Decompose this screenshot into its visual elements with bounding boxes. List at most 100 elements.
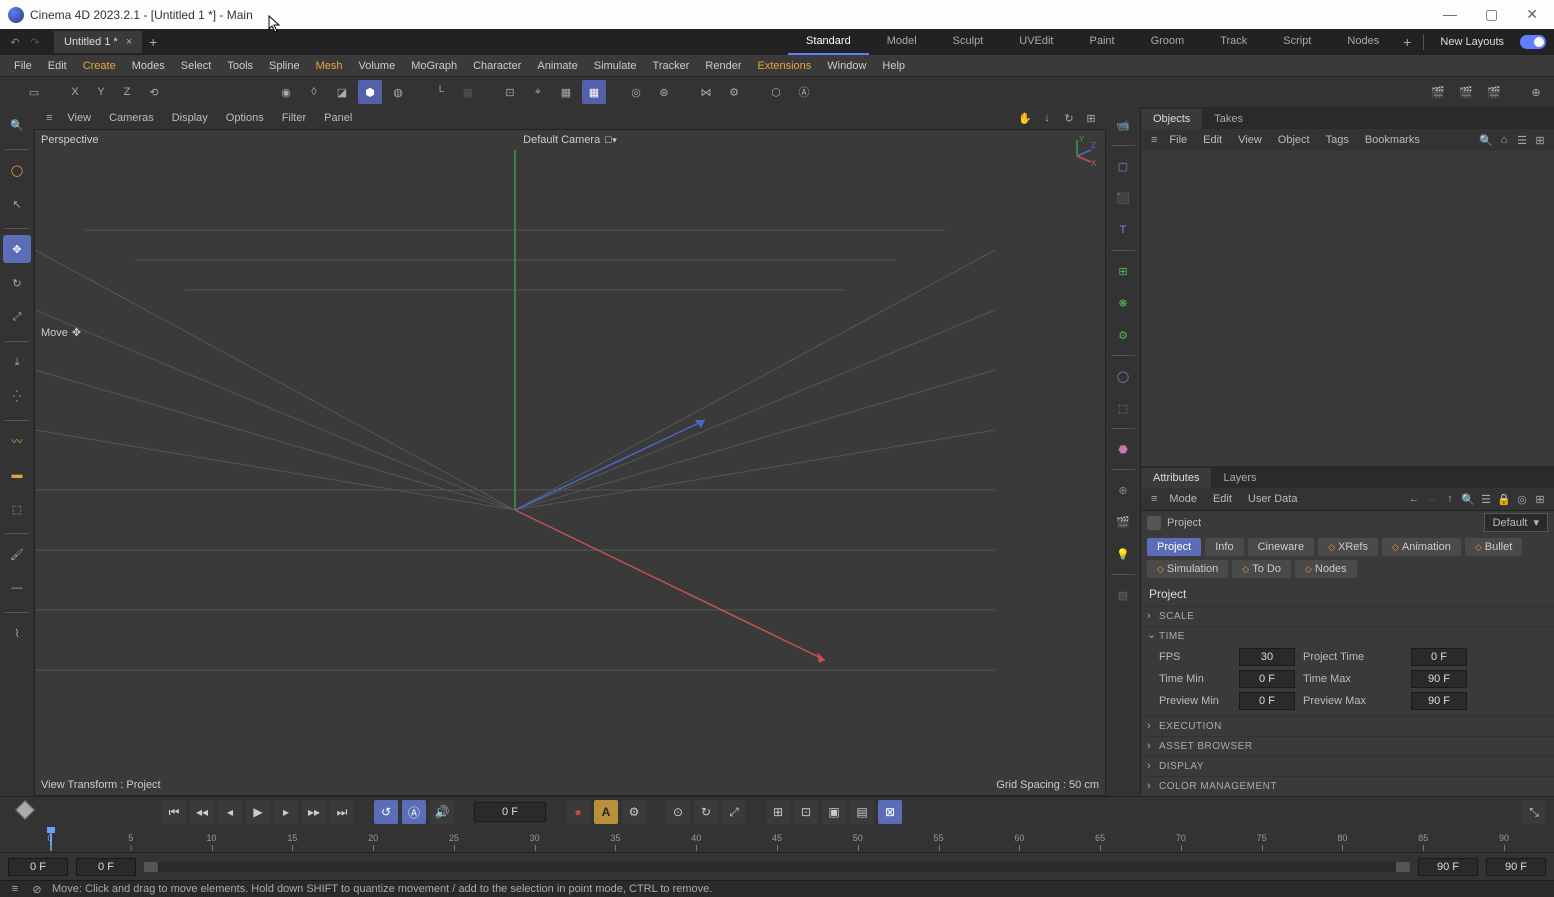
asset-button[interactable]: ▧ (1109, 581, 1137, 609)
viewport-hamburger-icon[interactable]: ≡ (40, 109, 58, 127)
attr-preset-dropdown[interactable]: Default▾ (1484, 513, 1548, 532)
loop-button[interactable]: ↺ (374, 800, 398, 824)
render-view-button[interactable]: 🎬 (1426, 80, 1450, 104)
menu-file[interactable]: File (6, 57, 40, 75)
key-rot-button[interactable]: ↻ (694, 800, 718, 824)
maximize-button[interactable]: ▢ (1485, 6, 1498, 23)
attr-hamburger-icon[interactable]: ≡ (1147, 490, 1161, 508)
tmin-input[interactable] (1239, 670, 1295, 688)
axis-x-button[interactable]: X (64, 81, 86, 103)
pmin-input[interactable] (1239, 692, 1295, 710)
layout-model[interactable]: Model (869, 29, 935, 55)
subtab-project[interactable]: Project (1147, 538, 1201, 556)
axis-gizmo-icon[interactable]: Y Z X (1067, 136, 1097, 166)
light-button[interactable]: 💡 (1109, 540, 1137, 568)
autokey-button[interactable]: Ⓐ (402, 800, 426, 824)
attr-new-icon[interactable]: ◎ (1514, 491, 1530, 507)
play-button[interactable]: ▶ (246, 800, 270, 824)
group-color-mgmt[interactable]: COLOR MANAGEMENT (1141, 776, 1554, 796)
viewport-maximize-icon[interactable]: ⊞ (1082, 109, 1100, 127)
minimize-button[interactable]: — (1443, 6, 1457, 23)
axis-lock-button[interactable]: └ (428, 80, 452, 104)
layout-uvedit[interactable]: UVEdit (1001, 29, 1071, 55)
subtab-bullet[interactable]: ◇Bullet (1465, 538, 1522, 556)
coord-system-button[interactable]: ⟲ (142, 80, 166, 104)
attr-lock-icon[interactable]: 🔒 (1496, 491, 1512, 507)
model-mode-button[interactable]: ⬢ (358, 80, 382, 104)
effector-button[interactable]: ❋ (1109, 289, 1137, 317)
point-mode-button[interactable]: ◉ (274, 80, 298, 104)
menu-select[interactable]: Select (173, 57, 220, 75)
menu-volume[interactable]: Volume (351, 57, 404, 75)
tab-layers[interactable]: Layers (1211, 468, 1268, 488)
key-mat-button[interactable]: ▣ (822, 800, 846, 824)
text-create-button[interactable]: T (1109, 216, 1137, 244)
menu-modes[interactable]: Modes (124, 57, 173, 75)
viewport-camera-label[interactable]: Default Camera ☐▾ (523, 134, 617, 146)
menu-spline[interactable]: Spline (261, 57, 308, 75)
layout-script[interactable]: Script (1265, 29, 1329, 55)
render-pv-button[interactable]: 🎬 (1482, 80, 1506, 104)
next-frame-button[interactable]: ▸ (274, 800, 298, 824)
primitive-create-button[interactable]: ⬛ (1109, 184, 1137, 212)
attr-search-icon[interactable]: 🔍 (1460, 491, 1476, 507)
menu-edit[interactable]: Edit (40, 57, 75, 75)
menu-tools[interactable]: Tools (219, 57, 261, 75)
dynamics-button[interactable]: ⬣ (1109, 435, 1137, 463)
auto-button[interactable]: Ⓐ (792, 80, 816, 104)
timeline-ruler[interactable]: 051015202530354045505560657075808590 (50, 827, 1504, 853)
close-button[interactable]: ✕ (1526, 6, 1538, 23)
menu-help[interactable]: Help (874, 57, 913, 75)
scale-tool[interactable]: ⤢ (3, 303, 31, 331)
objects-menu-file[interactable]: File (1161, 131, 1195, 149)
render-region-button[interactable]: 🎬 (1454, 80, 1478, 104)
field-button[interactable]: ⚙ (1109, 321, 1137, 349)
texture-mode-button[interactable]: ◍ (386, 80, 410, 104)
objects-menu-view[interactable]: View (1230, 131, 1270, 149)
soft-settings-button[interactable]: ⊛ (652, 80, 676, 104)
redo-button[interactable]: ↷ (26, 33, 44, 51)
objects-search-icon[interactable]: 🔍 (1478, 132, 1494, 148)
prev-key-button[interactable]: ◂◂ (190, 800, 214, 824)
tab-takes[interactable]: Takes (1202, 109, 1255, 129)
group-asset-browser[interactable]: ASSET BROWSER (1141, 736, 1554, 756)
objects-menu-bookmarks[interactable]: Bookmarks (1357, 131, 1428, 149)
subtab-cineware[interactable]: Cineware (1248, 538, 1314, 556)
pmax-input[interactable] (1411, 692, 1467, 710)
camera-create-button[interactable]: 📹 (1109, 111, 1137, 139)
subtab-todo[interactable]: ◇To Do (1232, 560, 1291, 578)
viewport-solo-button[interactable]: ⬡ (764, 80, 788, 104)
objects-menu-tags[interactable]: Tags (1318, 131, 1357, 149)
edge-mode-button[interactable]: ◊ (302, 80, 326, 104)
tab-attributes[interactable]: Attributes (1141, 468, 1211, 488)
viewport-menu-cameras[interactable]: Cameras (100, 109, 163, 127)
add-layout-button[interactable]: + (1397, 34, 1417, 50)
rotate-tool[interactable]: ↻ (3, 269, 31, 297)
subtab-nodes[interactable]: ◇Nodes (1295, 560, 1357, 578)
viewport-menu-display[interactable]: Display (163, 109, 217, 127)
menu-mograph[interactable]: MoGraph (403, 57, 465, 75)
layout-toggle[interactable] (1520, 35, 1546, 49)
key-pos-button[interactable]: ⊙ (666, 800, 690, 824)
viewport-menu-options[interactable]: Options (217, 109, 273, 127)
live-select-tool[interactable]: ◯ (3, 156, 31, 184)
objects-hamburger-icon[interactable]: ≡ (1147, 131, 1161, 149)
snap-enable-button[interactable]: ⊡ (498, 80, 522, 104)
null-create-button[interactable]: ▢ (1109, 152, 1137, 180)
current-frame-input[interactable] (474, 802, 546, 822)
subtab-animation[interactable]: ◇Animation (1382, 538, 1461, 556)
menu-tracker[interactable]: Tracker (645, 57, 698, 75)
add-tab-button[interactable]: + (142, 34, 164, 50)
layout-paint[interactable]: Paint (1072, 29, 1133, 55)
attr-up-icon[interactable]: ↑ (1442, 491, 1458, 507)
objects-tree[interactable] (1141, 151, 1554, 466)
scatter-tool[interactable]: ⁛ (3, 382, 31, 410)
place-tool[interactable]: ⤓ (3, 348, 31, 376)
render-settings-button[interactable]: ⊕ (1524, 80, 1548, 104)
key-scale-button[interactable]: ⤢ (722, 800, 746, 824)
menu-window[interactable]: Window (819, 57, 874, 75)
range-start-b[interactable] (76, 858, 136, 876)
fps-input[interactable] (1239, 648, 1295, 666)
undo-button[interactable]: ↶ (6, 33, 24, 51)
proj-time-input[interactable] (1411, 648, 1467, 666)
